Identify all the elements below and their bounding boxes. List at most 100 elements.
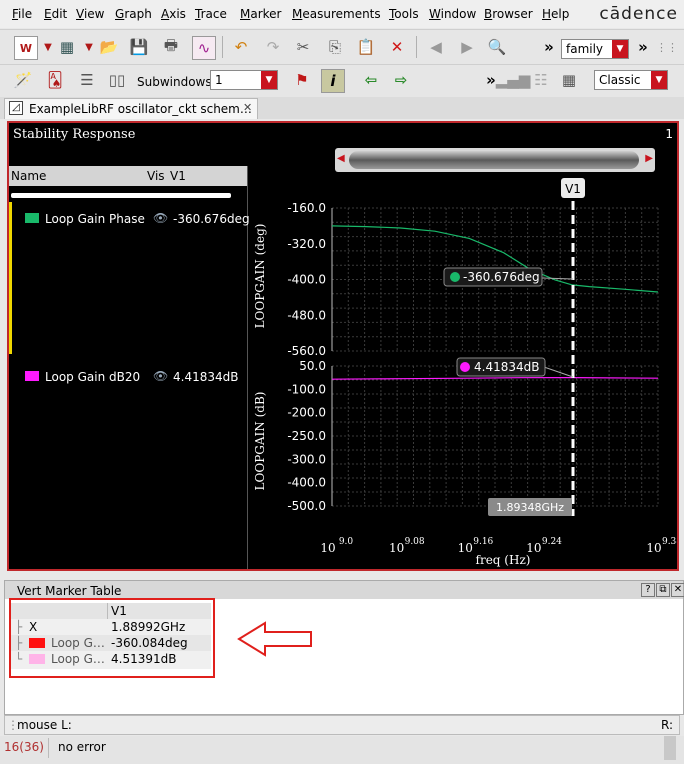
phase-callout-text: -360.676deg xyxy=(463,270,540,284)
menu-graph[interactable]: Graph xyxy=(115,7,152,21)
vert-marker-table: Vert Marker Table ? ⧉ ✕ V1 ├ X 1.88992GH… xyxy=(4,580,684,715)
close-icon[interactable]: ✕ xyxy=(671,583,684,597)
column-name[interactable]: Name xyxy=(11,169,46,183)
side-by-side-icon[interactable]: ▯▯ xyxy=(106,69,128,91)
zoom-back-icon[interactable]: ◀ xyxy=(425,36,447,58)
menu-axis[interactable]: Axis xyxy=(161,7,186,21)
menu-help[interactable]: Help xyxy=(542,7,569,21)
marker-x-readout: 1.89348GHz xyxy=(496,501,564,514)
graph-window[interactable]: Stability Response 1 ◀ ▶ Name Vis V1 Loo… xyxy=(7,121,679,571)
zoom-forward-icon[interactable]: ▶ xyxy=(456,36,478,58)
arrow-left-icon[interactable]: ⇦ xyxy=(360,69,382,91)
open-folder-icon[interactable]: 📂 xyxy=(98,36,120,58)
trace-value: -360.676deg xyxy=(173,212,250,226)
marker-label: V1 xyxy=(565,182,581,196)
status-message: no error xyxy=(58,740,106,754)
float-icon[interactable]: ⧉ xyxy=(656,583,670,597)
scroll-right-icon[interactable]: ▶ xyxy=(645,153,653,164)
menu-browser[interactable]: Browser xyxy=(484,7,533,21)
column-v1[interactable]: V1 xyxy=(170,169,186,183)
flag-icon[interactable]: ⚑ xyxy=(291,69,313,91)
main-toolbar: W ▼ ▦ ▼ 📂 💾 🖶 ∿ ↶ ↷ ✂ ⎘ 📋 ✕ ◀ ▶ 🔍 » fami… xyxy=(0,29,684,64)
magic-wand-icon[interactable]: 🪄 xyxy=(12,69,34,91)
grid-bottom-strip xyxy=(331,365,659,507)
paste-icon[interactable]: 📋 xyxy=(355,36,377,58)
copy-icon[interactable]: ⎘ xyxy=(324,36,346,58)
style-combo[interactable]: Classic ▼ xyxy=(594,70,668,90)
y-tick-label: -100.0 xyxy=(287,382,326,396)
trace-name: Loop Gain Phase xyxy=(45,212,145,226)
x-tick-label: 10 xyxy=(389,541,404,555)
info-icon[interactable]: i xyxy=(321,69,345,93)
y-axis-label-bottom: LOOPGAIN (dB) xyxy=(253,392,267,491)
tab-graph[interactable]: ◿ ExampleLibRF oscillator_ckt schem… ✕ xyxy=(4,98,258,119)
menu-measurements[interactable]: Measurements xyxy=(292,7,381,21)
subwindows-combo[interactable]: 1 ▼ xyxy=(210,70,278,90)
menu-trace[interactable]: Trace xyxy=(195,7,227,21)
waveform-icon[interactable]: ∿ xyxy=(192,36,216,60)
redo-icon[interactable]: ↷ xyxy=(262,36,284,58)
subwindows-label: Subwindows: xyxy=(137,75,216,89)
menu-tools[interactable]: Tools xyxy=(389,7,419,21)
calculator-icon[interactable]: ▦ xyxy=(558,69,580,91)
legend-header: Name Vis V1 xyxy=(9,166,247,186)
zoom-icon[interactable]: 🔍 xyxy=(486,36,508,58)
menu-window[interactable]: Window xyxy=(429,7,476,21)
y-tick-label: 50.0 xyxy=(299,359,326,373)
column-vis[interactable]: Vis xyxy=(147,169,165,183)
menu-marker[interactable]: Marker xyxy=(240,7,281,21)
save-icon[interactable]: 💾 xyxy=(128,36,150,58)
grip-icon[interactable]: ⋮⋮ xyxy=(656,36,678,58)
y-axis-label-top: LOOPGAIN (deg) xyxy=(253,224,267,329)
overflow-icon[interactable]: » xyxy=(632,36,654,58)
db-callout-dot xyxy=(460,362,470,372)
scroll-indicator xyxy=(11,193,231,198)
stack-strips-icon[interactable]: ☰ xyxy=(76,69,98,91)
menu-file[interactable]: File xyxy=(12,7,32,21)
schematic-icon: ◿ xyxy=(9,101,23,115)
phase-callout-dot xyxy=(450,272,460,282)
eye-icon[interactable]: 👁 xyxy=(153,369,168,383)
status-scrollbar[interactable] xyxy=(664,736,676,760)
separator xyxy=(48,738,49,758)
db-callout-text: 4.41834dB xyxy=(474,360,539,374)
family-combo[interactable]: family ▼ xyxy=(561,39,629,59)
trace-color-swatch xyxy=(25,371,39,381)
y-tick-label: -250.0 xyxy=(287,429,326,443)
y-tick-label: -480.0 xyxy=(287,308,326,322)
y-tick-label: -200.0 xyxy=(287,406,326,420)
trace-value: 4.41834dB xyxy=(173,370,239,384)
delete-icon[interactable]: ✕ xyxy=(386,36,408,58)
menu-view[interactable]: View xyxy=(76,7,104,21)
undo-icon[interactable]: ↶ xyxy=(230,36,252,58)
close-icon[interactable]: ✕ xyxy=(243,101,252,114)
trace-legend-panel: Name Vis V1 Loop Gain Phase 👁 -360.676de… xyxy=(9,166,250,569)
scroll-left-icon[interactable]: ◀ xyxy=(337,153,345,164)
chevron-down-icon[interactable]: ▼ xyxy=(651,71,667,89)
right-label: R: xyxy=(660,718,673,732)
arrow-right-icon[interactable]: ⇨ xyxy=(390,69,412,91)
menu-edit[interactable]: Edit xyxy=(44,7,67,21)
new-window-icon[interactable]: W xyxy=(14,36,38,60)
list-icon[interactable]: ☷ xyxy=(530,69,552,91)
help-icon[interactable]: ? xyxy=(641,583,655,597)
eye-icon[interactable]: 👁 xyxy=(153,211,168,225)
cut-icon[interactable]: ✂ xyxy=(292,36,314,58)
subwindow-number: 1 xyxy=(665,127,673,141)
subwindows-value: 1 xyxy=(215,73,223,87)
y-tick-label: -500.0 xyxy=(287,499,326,513)
trace-name: Loop Gain dB20 xyxy=(45,370,141,384)
dropdown-arrow-icon[interactable]: ▼ xyxy=(78,36,100,58)
x-tick-label: 10 xyxy=(320,541,335,555)
mouse-label: mouse L: xyxy=(17,718,72,732)
bar-chart-icon[interactable]: ▂▄▆ xyxy=(496,69,531,91)
family-combo-value: family xyxy=(566,42,604,56)
overflow-icon[interactable]: » xyxy=(538,36,560,58)
new-subwindow-icon[interactable]: ▦ xyxy=(56,36,78,58)
plot-area[interactable]: -160.0 -320.0 -400.0 -480.0 -560.050.0 -100.0… xyxy=(248,166,677,569)
secondary-toolbar: 🪄 🂡 ☰ ▯▯ Subwindows: 1 ▼ ⚑ i ⇦ ⇨ » ▂▄▆ ☷… xyxy=(0,64,684,97)
chevron-down-icon[interactable]: ▼ xyxy=(612,40,628,58)
chevron-down-icon[interactable]: ▼ xyxy=(261,71,277,89)
print-icon[interactable]: 🖶 xyxy=(160,36,182,58)
cards-icon[interactable]: 🂡 xyxy=(44,69,66,91)
